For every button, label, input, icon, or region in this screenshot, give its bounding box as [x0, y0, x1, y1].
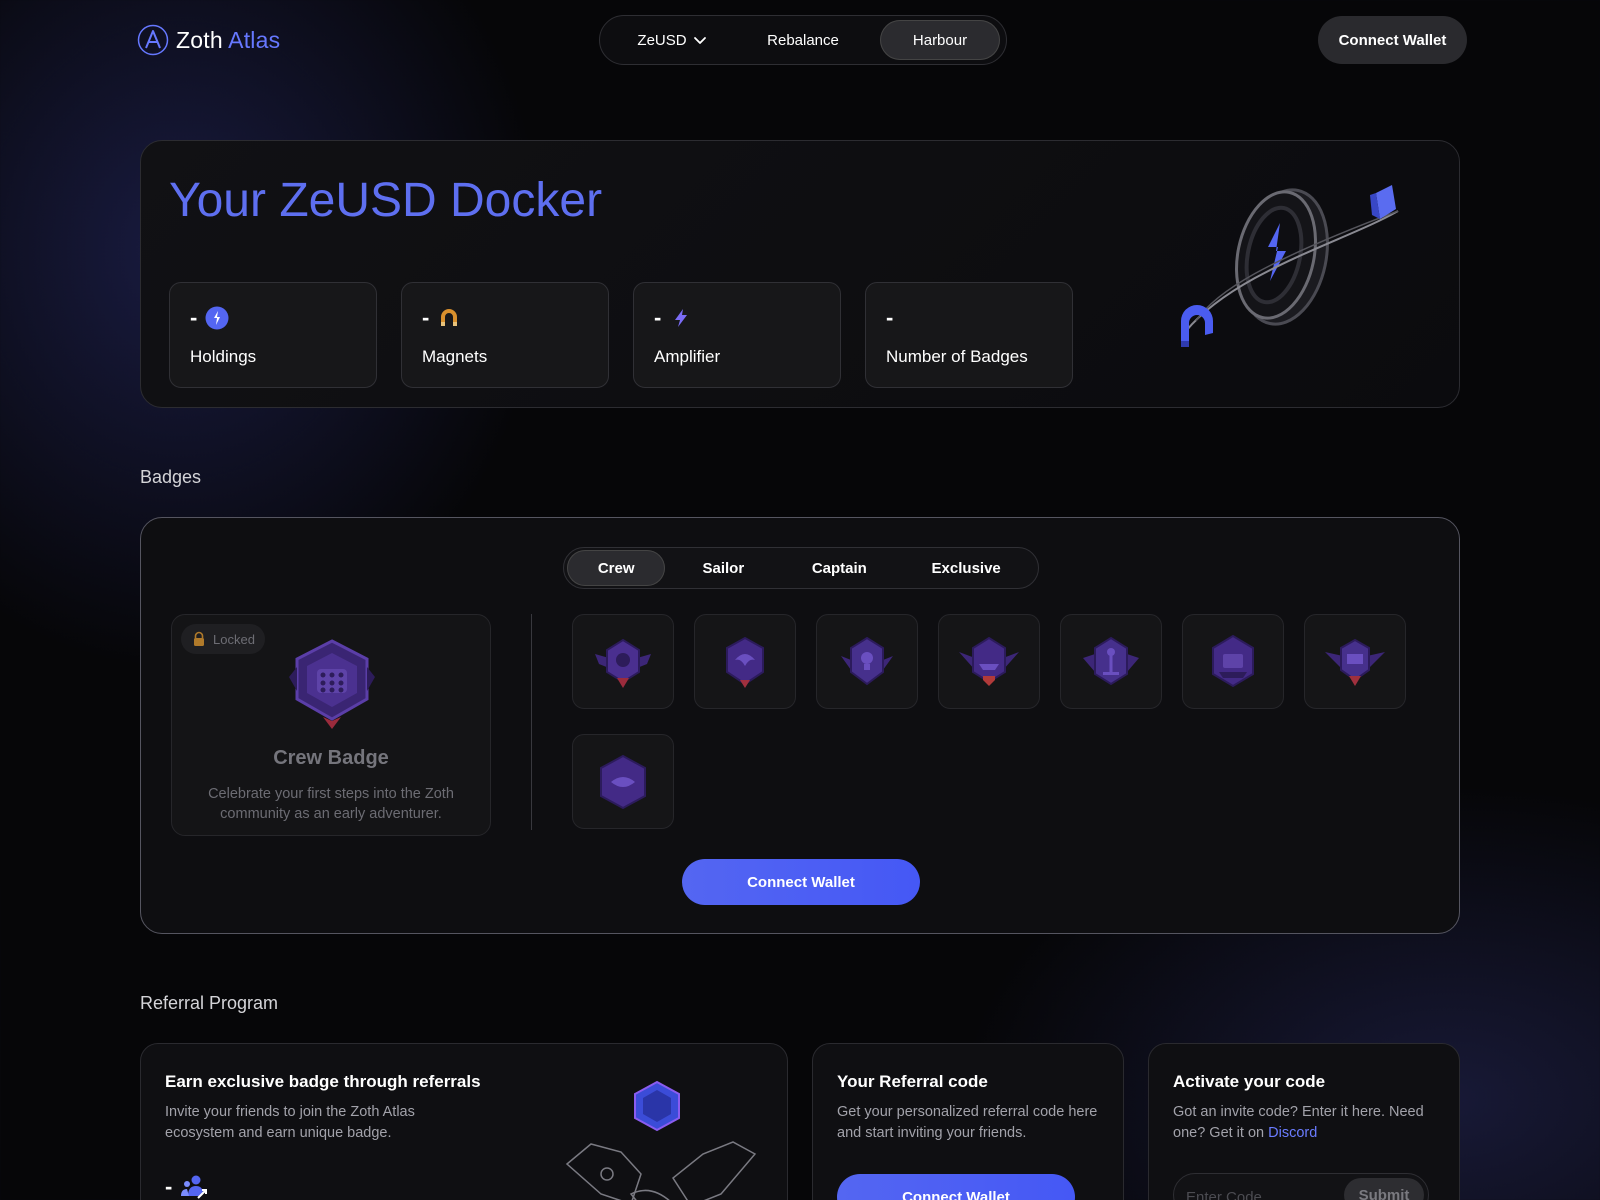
stat-card-magnets: - Magnets: [401, 282, 609, 388]
users-add-icon: [181, 1175, 208, 1199]
featured-badge-description: Celebrate your first steps into the Zoth…: [208, 786, 454, 822]
atlas-logo-icon: [137, 24, 169, 56]
badge-tile[interactable]: [572, 734, 674, 829]
chevron-down-icon: [693, 37, 706, 44]
badges-panel: Crew Sailor Captain Exclusive Locked Cre…: [140, 517, 1460, 934]
badge-tile[interactable]: [938, 614, 1040, 709]
nav-zeusd-dropdown[interactable]: ZeUSD: [606, 20, 738, 60]
nav-zeusd-label: ZeUSD: [637, 31, 687, 49]
stat-value: -: [886, 305, 894, 330]
stat-label: Holdings: [190, 347, 257, 366]
hexagon-badge-icon: [600, 754, 646, 809]
logo-word-zoth: Zoth: [176, 26, 223, 53]
tab-exclusive[interactable]: Exclusive: [897, 550, 1035, 586]
anchor-badge-icon: [1083, 636, 1139, 685]
referral-connect-wallet-button[interactable]: Connect Wallet: [837, 1174, 1075, 1200]
referral-earn-card: Earn exclusive badge through referrals I…: [140, 1043, 788, 1200]
tab-sailor[interactable]: Sailor: [665, 550, 781, 586]
nav-harbour[interactable]: Harbour: [880, 20, 1000, 60]
activate-code-description: Got an invite code? Enter it here. Need …: [1173, 1102, 1441, 1144]
badge-tile[interactable]: [1304, 614, 1406, 709]
featured-badge-card: Locked Crew Badge Celebrate your first s…: [171, 614, 491, 836]
badge-tile[interactable]: [572, 614, 674, 709]
badge-tile[interactable]: [694, 614, 796, 709]
discord-link[interactable]: Discord: [1268, 1125, 1317, 1141]
stat-value: -: [190, 305, 198, 330]
referral-earn-title: Earn exclusive badge through referrals: [165, 1072, 481, 1091]
ship-badge-icon: [959, 636, 1019, 686]
stat-label: Amplifier: [654, 347, 721, 366]
locked-label: Locked: [213, 631, 255, 647]
lightbulb-badge-icon: [841, 636, 893, 685]
stat-value: -: [654, 305, 662, 330]
badge-tabs: Crew Sailor Captain Exclusive: [563, 547, 1039, 589]
nav-rebalance[interactable]: Rebalance: [738, 20, 868, 60]
docker-panel: Your ZeUSD Docker - Holdings - Magnets -: [140, 140, 1460, 408]
stat-card-badges: - Number of Badges: [865, 282, 1073, 388]
stat-label: Number of Badges: [886, 347, 1028, 366]
referral-earn-description: Invite your friends to join the Zoth Atl…: [165, 1104, 415, 1141]
logo-word-atlas: Atlas: [228, 26, 281, 53]
activate-code-card: Activate your code Got an invite code? E…: [1148, 1043, 1460, 1200]
logo[interactable]: Zoth Atlas: [137, 24, 280, 56]
invite-code-input[interactable]: [1186, 1184, 1336, 1200]
stat-card-holdings: - Holdings: [169, 282, 377, 388]
magnet-icon: [441, 309, 458, 326]
submit-code-button[interactable]: Submit: [1344, 1178, 1424, 1200]
chest-badge-icon: [1212, 634, 1254, 687]
winged-shield-badge-icon: [595, 638, 651, 688]
referral-count-value: -: [165, 1174, 173, 1199]
badge-tile[interactable]: [1182, 614, 1284, 709]
badges-connect-wallet-button[interactable]: Connect Wallet: [682, 859, 920, 905]
crew-badge-icon: [289, 639, 375, 729]
referral-code-title: Your Referral code: [837, 1072, 988, 1091]
referral-code-description: Get your personalized referral code here…: [837, 1104, 1098, 1141]
lightning-icon: [675, 309, 688, 327]
featured-badge-name: Crew Badge: [273, 747, 389, 769]
stat-card-amplifier: - Amplifier: [633, 282, 841, 388]
divider: [531, 614, 532, 830]
badges-section-title: Badges: [140, 467, 202, 487]
code-input-group: Submit: [1173, 1173, 1429, 1200]
referral-code-card: Your Referral code Get your personalized…: [812, 1043, 1124, 1200]
badge-tile[interactable]: [816, 614, 918, 709]
stat-value: -: [422, 305, 430, 330]
lock-icon: [194, 631, 204, 646]
tab-captain[interactable]: Captain: [781, 550, 897, 586]
zeusd-coin-icon: [205, 306, 229, 330]
logo-text: Zoth Atlas: [176, 27, 280, 54]
referral-section-title: Referral Program: [140, 993, 279, 1013]
docker-illustration: [1181, 185, 1399, 347]
eagle-badge-icon: [726, 636, 764, 688]
tab-crew[interactable]: Crew: [567, 550, 666, 586]
activate-code-title: Activate your code: [1173, 1072, 1326, 1091]
connect-wallet-button[interactable]: Connect Wallet: [1318, 16, 1467, 64]
locked-badge: Locked: [181, 624, 265, 654]
handshake-illustration: [565, 1080, 757, 1200]
referral-count: -: [165, 1174, 208, 1200]
captain-badge-icon: [1325, 638, 1385, 686]
page-title: Your ZeUSD Docker: [169, 174, 603, 227]
badge-tile[interactable]: [1060, 614, 1162, 709]
stat-label: Magnets: [422, 347, 488, 366]
main-nav: ZeUSD Rebalance Harbour: [599, 15, 1007, 65]
